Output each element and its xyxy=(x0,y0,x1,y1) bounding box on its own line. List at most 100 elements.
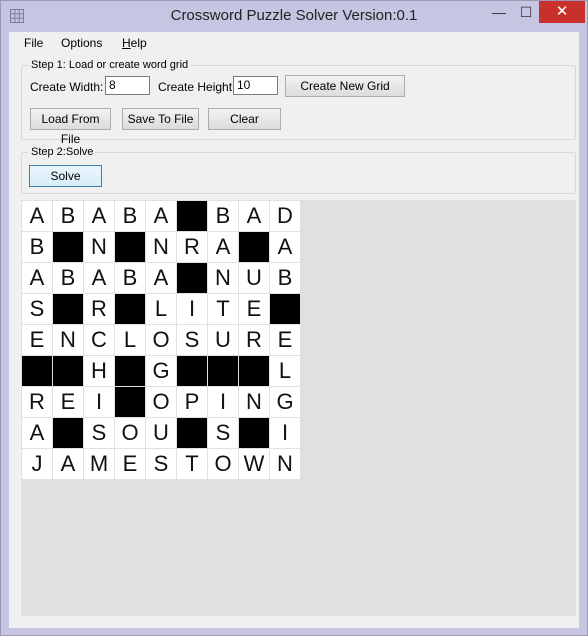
grid-cell[interactable]: E xyxy=(22,325,52,355)
grid-cell-black[interactable] xyxy=(53,232,83,262)
grid-cell[interactable]: I xyxy=(84,387,114,417)
maximize-button[interactable]: ☐ xyxy=(513,1,539,23)
minimize-button[interactable]: — xyxy=(485,1,513,23)
grid-cell[interactable]: S xyxy=(146,449,176,479)
solve-button[interactable]: Solve xyxy=(29,165,102,187)
grid-cell[interactable]: S xyxy=(177,325,207,355)
load-from-file-button[interactable]: Load From File xyxy=(30,108,111,146)
grid-cell-black[interactable] xyxy=(115,294,145,324)
grid-cell-black[interactable] xyxy=(239,232,269,262)
grid-cell[interactable]: S xyxy=(208,418,238,448)
step1-group: Step 1: Load or create word grid Create … xyxy=(21,59,576,146)
grid-cell[interactable]: N xyxy=(208,263,238,293)
grid-cell[interactable]: C xyxy=(84,325,114,355)
grid-cell[interactable]: A xyxy=(22,201,52,231)
grid-cell[interactable]: G xyxy=(146,356,176,386)
grid-cell[interactable]: B xyxy=(53,263,83,293)
grid-cell[interactable]: B xyxy=(115,201,145,231)
grid-cell[interactable]: A xyxy=(239,201,269,231)
grid-cell[interactable]: O xyxy=(115,418,145,448)
grid-cell[interactable]: A xyxy=(84,201,114,231)
menu-options[interactable]: Options xyxy=(61,36,102,50)
menu-bar: File Options Help xyxy=(9,32,579,54)
clear-button[interactable]: Clear xyxy=(208,108,281,130)
grid-cell-black[interactable] xyxy=(177,201,207,231)
grid-cell[interactable]: B xyxy=(53,201,83,231)
grid-cell[interactable]: E xyxy=(115,449,145,479)
grid-cell-black[interactable] xyxy=(270,294,300,324)
grid-cell-black[interactable] xyxy=(22,356,52,386)
height-input[interactable] xyxy=(233,76,278,95)
grid-cell[interactable]: N xyxy=(84,232,114,262)
grid-cell[interactable]: I xyxy=(177,294,207,324)
grid-cell[interactable]: M xyxy=(84,449,114,479)
grid-cell-black[interactable] xyxy=(53,294,83,324)
grid-cell[interactable]: E xyxy=(53,387,83,417)
grid-cell[interactable]: O xyxy=(146,387,176,417)
grid-cell[interactable]: A xyxy=(146,201,176,231)
grid-cell-black[interactable] xyxy=(115,232,145,262)
grid-cell[interactable]: U xyxy=(208,325,238,355)
grid-cell[interactable]: S xyxy=(84,418,114,448)
grid-cell[interactable]: L xyxy=(146,294,176,324)
grid-cell[interactable]: S xyxy=(22,294,52,324)
grid-cell-black[interactable] xyxy=(115,356,145,386)
grid-cell-black[interactable] xyxy=(239,418,269,448)
grid-cell[interactable]: H xyxy=(84,356,114,386)
grid-cell[interactable]: A xyxy=(53,449,83,479)
width-input[interactable] xyxy=(105,76,150,95)
grid-cell[interactable]: A xyxy=(270,232,300,262)
step2-group: Step 2:Solve Solve xyxy=(21,146,576,194)
grid-cell[interactable]: U xyxy=(146,418,176,448)
grid-cell[interactable]: N xyxy=(146,232,176,262)
grid-cell[interactable]: U xyxy=(239,263,269,293)
create-grid-button[interactable]: Create New Grid xyxy=(285,75,405,97)
grid-cell-black[interactable] xyxy=(53,418,83,448)
grid-cell[interactable]: G xyxy=(270,387,300,417)
grid-cell-black[interactable] xyxy=(115,387,145,417)
close-button[interactable]: ✕ xyxy=(539,1,585,23)
grid-cell[interactable]: B xyxy=(22,232,52,262)
grid-cell-black[interactable] xyxy=(239,356,269,386)
grid-cell[interactable]: W xyxy=(239,449,269,479)
grid-cell[interactable]: T xyxy=(177,449,207,479)
grid-cell[interactable]: T xyxy=(208,294,238,324)
grid-cell[interactable]: B xyxy=(208,201,238,231)
grid-cell[interactable]: N xyxy=(239,387,269,417)
title-bar[interactable]: Crossword Puzzle Solver Version:0.1 — ☐ … xyxy=(1,1,587,32)
grid-cell-black[interactable] xyxy=(208,356,238,386)
step1-legend: Step 1: Load or create word grid xyxy=(29,59,191,71)
grid-cell[interactable]: P xyxy=(177,387,207,417)
grid-cell[interactable]: O xyxy=(146,325,176,355)
grid-cell[interactable]: R xyxy=(177,232,207,262)
grid-cell[interactable]: J xyxy=(22,449,52,479)
grid-cell[interactable]: E xyxy=(270,325,300,355)
save-to-file-button[interactable]: Save To File xyxy=(122,108,199,130)
grid-cell[interactable]: I xyxy=(270,418,300,448)
grid-cell[interactable]: A xyxy=(146,263,176,293)
grid-cell[interactable]: B xyxy=(115,263,145,293)
grid-cell-black[interactable] xyxy=(177,356,207,386)
grid-cell[interactable]: A xyxy=(22,418,52,448)
grid-cell[interactable]: L xyxy=(270,356,300,386)
grid-cell[interactable]: L xyxy=(115,325,145,355)
grid-cell-black[interactable] xyxy=(177,418,207,448)
grid-cell[interactable]: N xyxy=(53,325,83,355)
grid-cell[interactable]: A xyxy=(22,263,52,293)
grid-cell[interactable]: I xyxy=(208,387,238,417)
grid-cell-black[interactable] xyxy=(177,263,207,293)
width-label: Create Width: xyxy=(30,80,104,94)
grid-cell[interactable]: A xyxy=(208,232,238,262)
grid-cell[interactable]: E xyxy=(239,294,269,324)
grid-cell[interactable]: N xyxy=(270,449,300,479)
grid-cell[interactable]: R xyxy=(84,294,114,324)
grid-cell[interactable]: R xyxy=(239,325,269,355)
menu-file[interactable]: File xyxy=(24,36,43,50)
grid-cell[interactable]: O xyxy=(208,449,238,479)
grid-cell[interactable]: R xyxy=(22,387,52,417)
grid-cell[interactable]: D xyxy=(270,201,300,231)
grid-cell[interactable]: A xyxy=(84,263,114,293)
grid-cell[interactable]: B xyxy=(270,263,300,293)
menu-help[interactable]: Help xyxy=(122,36,147,50)
grid-cell-black[interactable] xyxy=(53,356,83,386)
